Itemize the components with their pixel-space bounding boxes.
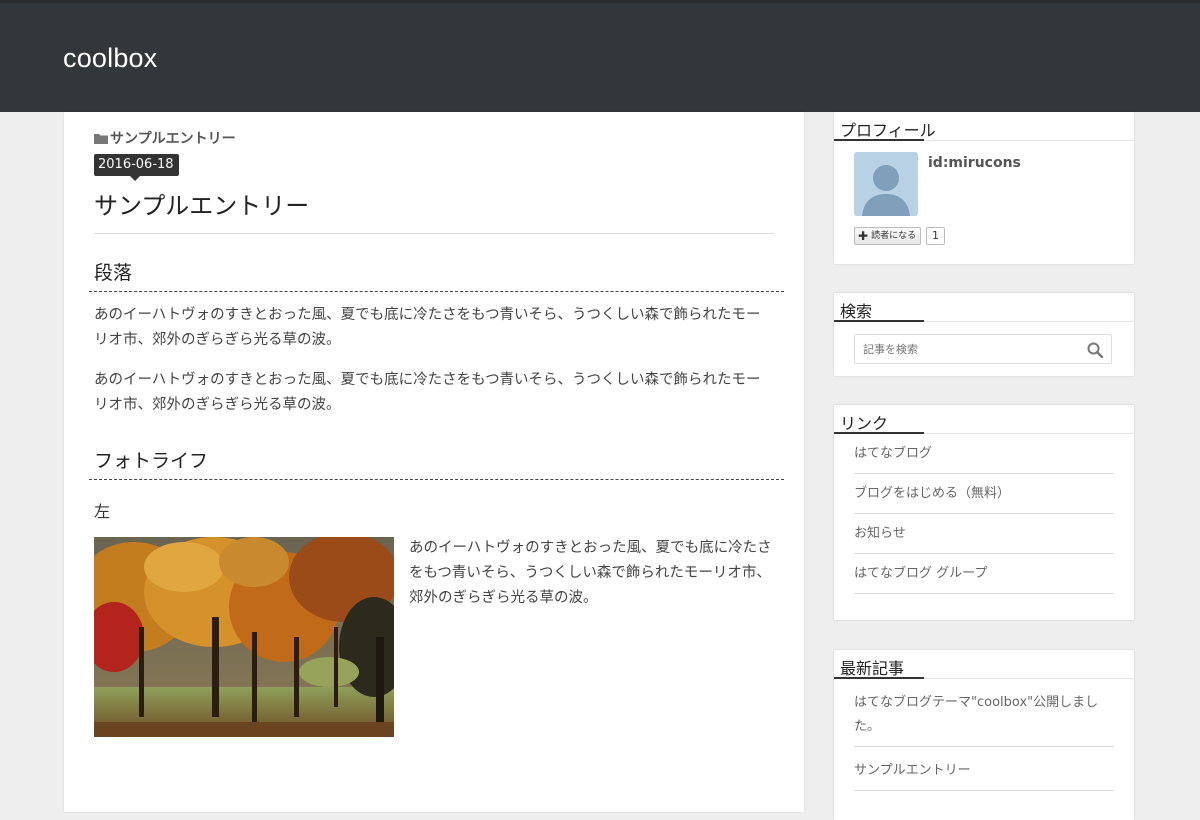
recent-entry-item[interactable]: はてなブログテーマ"coolbox"公開しました。 (854, 679, 1114, 747)
plus-icon: ✚ (858, 229, 869, 243)
links-widget: リンク はてなブログ ブログをはじめる（無料） お知らせ はてなブログ グループ (834, 405, 1134, 620)
search-widget-title: 検索 (834, 293, 1134, 322)
main-content: サンプルエントリー 2016-06-18 サンプルエントリー 段落 あのイーハト… (64, 112, 804, 812)
search-input[interactable] (861, 342, 1085, 357)
entry-title[interactable]: サンプルエントリー (94, 186, 774, 234)
subscribe-button[interactable]: ✚ 読者になる (854, 227, 922, 245)
site-header: coolbox (0, 0, 1200, 112)
search-title-label: 検索 (840, 302, 873, 321)
paragraph-1: あのイーハトヴォのすきとおった風、夏でも底に冷たさをもつ青いそら、うつくしい森で… (94, 307, 761, 348)
recent-widget-title: 最新記事 (834, 650, 1134, 679)
profile-widget: プロフィール id:mirucons ✚ 読者になる 1 (834, 112, 1134, 264)
paragraph-2: あのイーハトヴォのすきとおった風、夏でも底に冷たさをもつ青いそら、うつくしい森で… (94, 372, 761, 413)
recent-entries-widget: 最新記事 はてなブログテーマ"coolbox"公開しました。 サンプルエントリー (834, 650, 1134, 820)
links-widget-title: リンク (834, 405, 1134, 434)
links-title-label: リンク (840, 414, 889, 433)
section-heading-fotolife: フォトライフ (89, 446, 784, 480)
profile-title-label: プロフィール (840, 121, 936, 140)
entry-category[interactable]: サンプルエントリー (94, 128, 236, 148)
profile-widget-title: プロフィール (834, 112, 1134, 141)
search-widget: 検索 (834, 293, 1134, 376)
subscribe-label: 読者になる (871, 231, 917, 241)
subscriber-count[interactable]: 1 (926, 227, 945, 245)
recent-entry-item[interactable]: サンプルエントリー (854, 747, 1114, 791)
link-item[interactable]: はてなブログ グループ (854, 554, 1114, 594)
link-item[interactable]: お知らせ (854, 514, 1114, 554)
link-item[interactable]: はてなブログ (854, 434, 1114, 474)
folder-icon (94, 133, 108, 144)
photo-caption-text: あのイーハトヴォのすきとおった風、夏でも底に冷たさをもつ青いそら、うつくしい森で… (409, 540, 772, 606)
search-icon[interactable] (1087, 342, 1103, 358)
subsection-heading-left: 左 (94, 502, 111, 521)
avatar[interactable] (854, 152, 918, 216)
site-title[interactable]: coolbox (63, 43, 157, 74)
entry-category-label: サンプルエントリー (110, 131, 236, 147)
profile-id[interactable]: id:mirucons (928, 155, 1021, 171)
section-heading-paragraph: 段落 (89, 258, 784, 292)
recent-title-label: 最新記事 (840, 659, 905, 678)
autumn-trees-photo[interactable] (94, 537, 394, 737)
recent-entries-list: はてなブログテーマ"coolbox"公開しました。 サンプルエントリー (854, 679, 1114, 791)
search-box (854, 334, 1112, 364)
link-list: はてなブログ ブログをはじめる（無料） お知らせ はてなブログ グループ (854, 434, 1114, 594)
entry-date[interactable]: 2016-06-18 (94, 154, 179, 181)
link-item[interactable]: ブログをはじめる（無料） (854, 474, 1114, 514)
